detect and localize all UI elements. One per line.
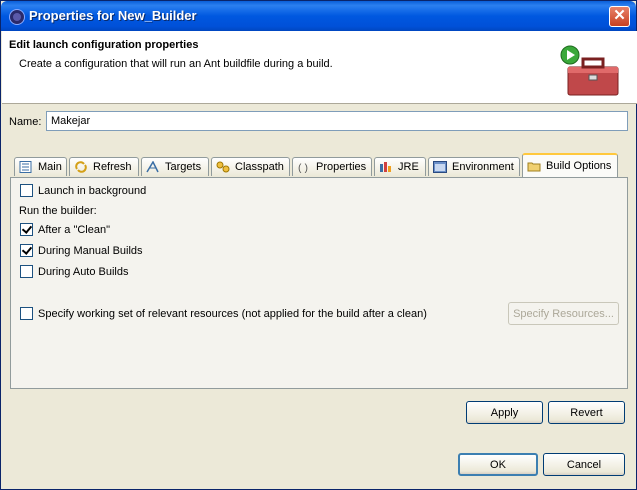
- tab-targets[interactable]: Targets: [141, 157, 209, 176]
- jre-icon: [380, 162, 391, 172]
- eclipse-icon: [9, 9, 25, 25]
- close-icon: ✕: [613, 7, 626, 24]
- banner-description: Create a configuration that will run an …: [19, 58, 333, 70]
- banner-title: Edit launch configuration properties: [9, 39, 199, 51]
- tab-label: Main: [38, 161, 62, 173]
- tab-classpath[interactable]: Classpath: [211, 157, 290, 176]
- auto-builds-checkbox[interactable]: [20, 265, 33, 278]
- specify-resources-button[interactable]: Specify Resources...: [508, 302, 619, 325]
- working-set-label: Specify working set of relevant resource…: [38, 307, 427, 320]
- properties-dialog: Properties for New_Builder ✕ Edit launch…: [0, 0, 637, 490]
- tab-label: Build Options: [546, 160, 612, 172]
- header-banner: Edit launch configuration properties Cre…: [2, 31, 637, 104]
- tab-label: Classpath: [235, 161, 284, 173]
- environment-icon: [433, 161, 447, 173]
- tab-label: Refresh: [93, 161, 132, 173]
- tab-label: Properties: [316, 161, 367, 173]
- launch-background-option[interactable]: Launch in background: [20, 184, 146, 197]
- close-button[interactable]: ✕: [609, 6, 630, 27]
- tab-label: Environment: [452, 161, 514, 173]
- window-title: Properties for New_Builder: [29, 8, 197, 23]
- svg-text:(): (): [297, 163, 309, 173]
- refresh-icon: [75, 161, 87, 173]
- ok-button[interactable]: OK: [458, 453, 538, 476]
- classpath-icon: [216, 161, 230, 173]
- launch-background-label: Launch in background: [38, 184, 147, 197]
- after-clean-option[interactable]: After a "Clean": [20, 223, 110, 236]
- build-options-panel: Launch in background Run the builder: Af…: [10, 177, 628, 389]
- launch-background-checkbox[interactable]: [20, 184, 33, 197]
- name-input[interactable]: [46, 111, 628, 131]
- ant-toolbox-icon: [560, 45, 619, 96]
- after-clean-label: After a "Clean": [38, 223, 111, 236]
- tab-label: JRE: [398, 161, 419, 173]
- auto-builds-option[interactable]: During Auto Builds: [20, 265, 129, 278]
- tab-refresh[interactable]: Refresh: [69, 157, 139, 176]
- tab-build-options[interactable]: Build Options: [522, 153, 618, 177]
- working-set-option[interactable]: Specify working set of relevant resource…: [20, 307, 427, 320]
- title-bar[interactable]: Properties for New_Builder ✕: [1, 1, 636, 31]
- manual-builds-checkbox[interactable]: [20, 244, 33, 257]
- tab-properties[interactable]: () Properties: [292, 157, 372, 176]
- main-icon: [19, 161, 32, 173]
- cancel-button[interactable]: Cancel: [543, 453, 625, 476]
- apply-button[interactable]: Apply: [466, 401, 543, 424]
- working-set-checkbox[interactable]: [20, 307, 33, 320]
- revert-button[interactable]: Revert: [548, 401, 625, 424]
- properties-icon: (): [297, 163, 309, 173]
- manual-builds-label: During Manual Builds: [38, 244, 143, 257]
- tab-jre[interactable]: JRE: [374, 157, 426, 176]
- manual-builds-option[interactable]: During Manual Builds: [20, 244, 143, 257]
- after-clean-checkbox[interactable]: [20, 223, 33, 236]
- targets-icon: [146, 161, 159, 173]
- name-label: Name:: [9, 116, 42, 128]
- tab-environment[interactable]: Environment: [428, 157, 520, 176]
- auto-builds-label: During Auto Builds: [38, 265, 129, 278]
- run-builder-label: Run the builder:: [19, 205, 97, 217]
- tab-main[interactable]: Main: [14, 157, 67, 176]
- build-options-icon: [527, 162, 541, 172]
- tab-label: Targets: [165, 161, 202, 173]
